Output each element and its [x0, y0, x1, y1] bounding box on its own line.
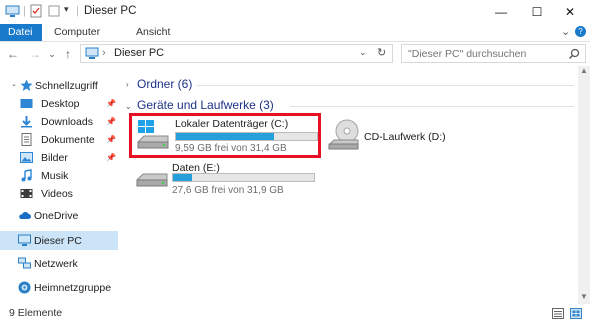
collapse-chevron-icon[interactable]: ⌄ [11, 80, 17, 88]
computer-icon [85, 47, 99, 59]
drive-usage-fill [176, 133, 274, 140]
windows-drive-icon [137, 120, 169, 149]
group-collapse-icon[interactable]: › [126, 80, 129, 89]
star-icon [20, 79, 33, 91]
videos-folder-icon [20, 189, 33, 198]
sidebar-item-dokumente[interactable]: Dokumente 📌 [0, 131, 118, 149]
ribbon-tabs: Datei Computer Ansicht ⌄ ? [0, 24, 590, 42]
music-icon [21, 169, 32, 182]
sidebar-item-label: Heimnetzgruppe [34, 282, 112, 294]
title-separator: | [76, 5, 79, 17]
new-folder-icon[interactable] [47, 4, 61, 18]
sidebar-item-bilder[interactable]: Bilder 📌 [0, 149, 118, 167]
drive-name: Lokaler Datenträger (C:) [175, 118, 289, 130]
drive-usage-fill [173, 174, 193, 181]
drive-free-space: 27,6 GB frei von 31,9 GB [172, 185, 284, 196]
breadcrumb-dieser-pc[interactable]: Dieser PC [114, 47, 164, 59]
hard-drive-icon [136, 173, 168, 187]
sidebar-item-desktop[interactable]: Desktop 📌 [0, 95, 118, 113]
drive-usage-bar [172, 173, 315, 182]
search-input[interactable] [408, 46, 558, 61]
status-bar: 9 Elemente [0, 304, 590, 322]
drive-c[interactable]: Lokaler Datenträger (C:) 9,59 GB frei vo… [129, 113, 321, 158]
sidebar-item-label: Dieser PC [34, 235, 82, 247]
sidebar-item-label: Bilder [41, 152, 68, 164]
sidebar-item-heimnetzgruppe[interactable]: Heimnetzgruppe [0, 279, 118, 297]
downloads-folder-icon [21, 116, 32, 128]
title-bar: | ▾ | Dieser PC — ☐ ✕ [0, 0, 590, 24]
pin-icon[interactable]: 📌 [106, 99, 116, 108]
details-view-icon[interactable] [552, 308, 564, 319]
computer-icon [18, 234, 31, 246]
navigation-bar: ← → ⌄ ↑ › Dieser PC ⌄ ↻ [0, 42, 590, 66]
sidebar-item-label: Musik [41, 170, 69, 182]
drive-usage-bar [175, 132, 318, 141]
properties-icon[interactable] [29, 4, 43, 18]
large-icons-view-icon[interactable] [570, 308, 582, 319]
sidebar-item-label: Desktop [41, 98, 80, 110]
sidebar-item-label: Schnellzugriff [35, 80, 98, 92]
tab-datei[interactable]: Datei [0, 24, 42, 41]
tab-computer[interactable]: Computer [46, 24, 108, 41]
pin-icon[interactable]: 📌 [106, 135, 116, 144]
sidebar-item-label: Netzwerk [34, 258, 78, 270]
group-collapse-icon[interactable]: ⌄ [125, 102, 132, 111]
homegroup-icon [18, 281, 31, 294]
quick-access-separator: | [23, 5, 26, 17]
pictures-folder-icon [20, 152, 33, 163]
sidebar-item-videos[interactable]: Videos [0, 185, 118, 203]
sidebar-item-onedrive[interactable]: OneDrive [0, 207, 118, 225]
desktop-folder-icon [20, 99, 33, 108]
item-count: 9 Elemente [9, 307, 63, 319]
drive-e[interactable]: Daten (E:) 27,6 GB frei von 31,9 GB [132, 160, 322, 200]
forward-button[interactable]: → [27, 46, 43, 62]
drive-free-space: 9,59 GB frei von 31,4 GB [175, 143, 287, 154]
help-icon[interactable]: ? [575, 26, 586, 37]
group-divider [197, 85, 574, 86]
drive-name: CD-Laufwerk (D:) [364, 131, 446, 143]
computer-icon [5, 5, 20, 17]
tab-ansicht[interactable]: Ansicht [128, 24, 178, 41]
documents-folder-icon [21, 133, 32, 146]
group-header-laufwerke[interactable]: Geräte und Laufwerke (3) [137, 98, 274, 112]
vertical-scrollbar[interactable]: ▲ ▼ [578, 66, 590, 304]
navigation-pane: ⌄ Schnellzugriff Desktop 📌 Downloads 📌 D… [0, 66, 120, 304]
group-header-ordner[interactable]: Ordner (6) [137, 77, 192, 91]
scroll-up-icon[interactable]: ▲ [580, 66, 588, 75]
cd-drive-icon [328, 119, 359, 150]
address-dropdown-icon[interactable]: ⌄ [359, 47, 367, 58]
sidebar-item-dieser-pc[interactable]: Dieser PC [0, 231, 118, 250]
address-bar[interactable]: › Dieser PC ⌄ ↻ [80, 44, 393, 63]
cloud-icon [19, 212, 31, 219]
sidebar-item-netzwerk[interactable]: Netzwerk [0, 255, 118, 273]
group-divider [290, 106, 574, 107]
sidebar-item-label: Downloads [41, 116, 93, 128]
window-title: Dieser PC [84, 5, 137, 17]
customize-quick-access-icon[interactable]: ▾ [64, 4, 69, 15]
network-icon [18, 257, 31, 269]
sidebar-item-label: Videos [41, 188, 73, 200]
back-button[interactable]: ← [5, 46, 21, 62]
sidebar-item-label: Dokumente [41, 134, 95, 146]
close-button[interactable]: ✕ [550, 0, 590, 24]
search-icon[interactable] [568, 48, 580, 60]
search-box[interactable] [401, 44, 586, 63]
sidebar-item-schnellzugriff[interactable]: ⌄ Schnellzugriff [0, 77, 118, 95]
refresh-button[interactable]: ↻ [377, 46, 386, 59]
sidebar-item-label: OneDrive [34, 210, 79, 222]
recent-locations-button[interactable]: ⌄ [44, 46, 60, 62]
pin-icon[interactable]: 📌 [106, 153, 116, 162]
scroll-down-icon[interactable]: ▼ [580, 292, 588, 301]
sidebar-item-musik[interactable]: Musik [0, 167, 118, 185]
up-button[interactable]: ↑ [60, 46, 76, 62]
breadcrumb-separator: › [102, 47, 106, 59]
expand-ribbon-icon[interactable]: ⌄ [561, 25, 570, 38]
content-pane: › Ordner (6) ⌄ Geräte und Laufwerke (3) … [120, 66, 578, 304]
sidebar-item-downloads[interactable]: Downloads 📌 [0, 113, 118, 131]
drive-d[interactable]: CD-Laufwerk (D:) [325, 118, 495, 158]
pin-icon[interactable]: 📌 [106, 117, 116, 126]
